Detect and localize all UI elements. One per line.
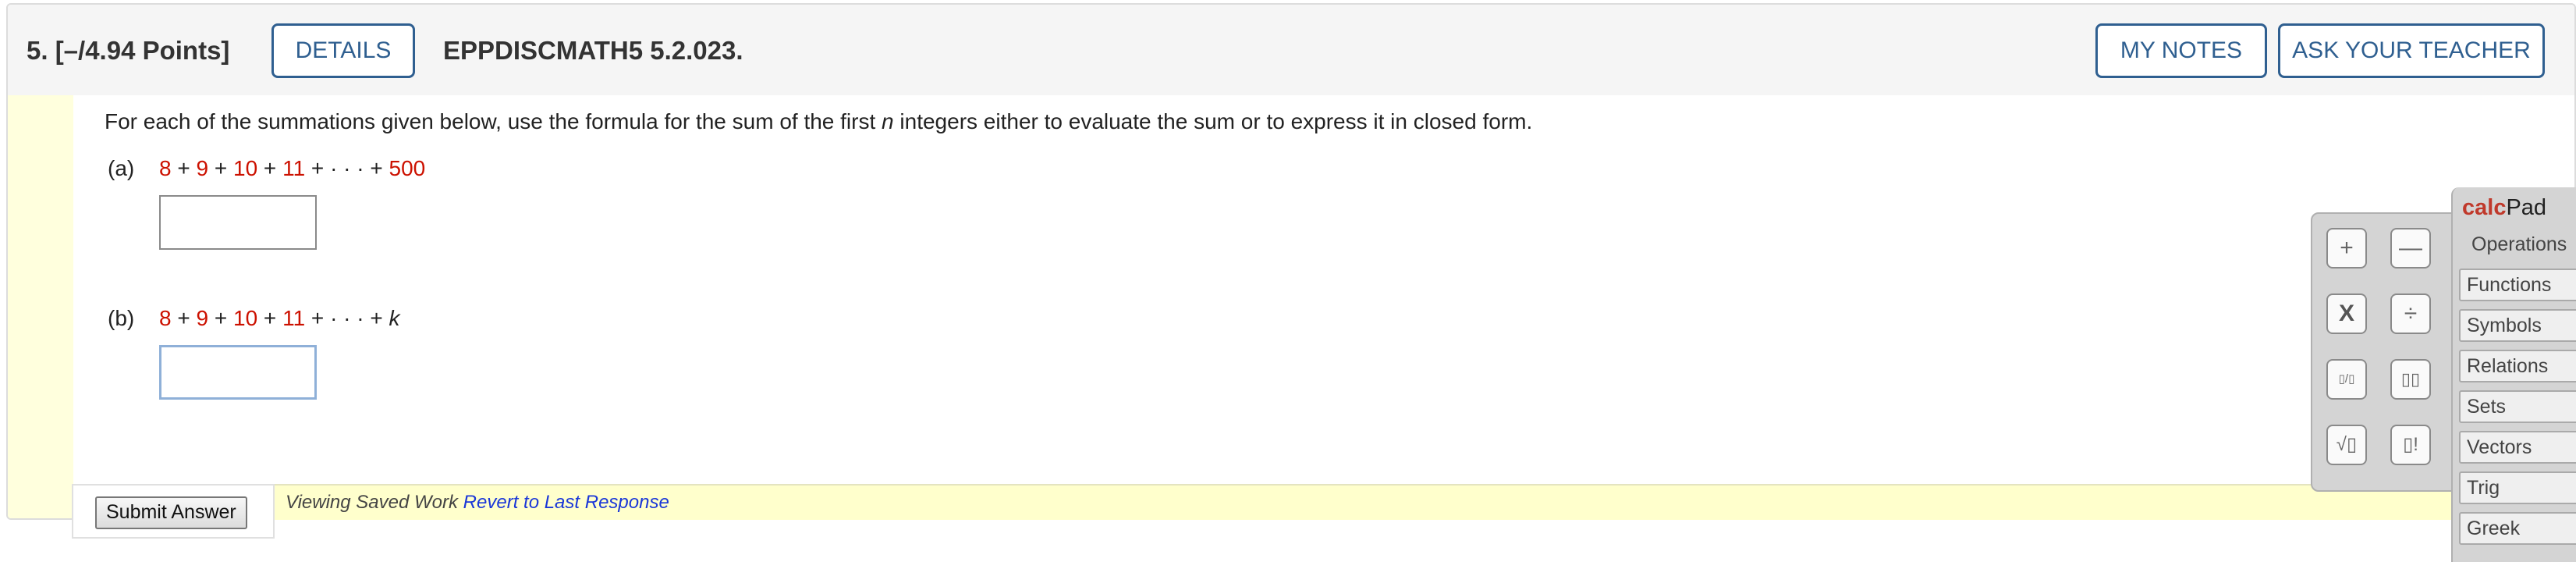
tab-sets[interactable]: Sets [2459,390,2576,423]
ask-your-teacher-button[interactable]: ASK YOUR TEACHER [2278,23,2545,78]
question-body [73,95,2574,518]
part-a-summation: 8 + 9 + 10 + 11 + · · · + 500 [159,156,425,181]
times-icon[interactable]: X [2326,293,2367,334]
revert-link[interactable]: Revert to Last Response [463,492,669,513]
term: 9 [196,156,209,180]
term: 10 [233,156,258,180]
part-b-summation: 8 + 9 + 10 + 11 + · · · + k [159,306,400,331]
calcpad-tabs-panel: calcPad Operations Functions Symbols Rel… [2451,187,2576,562]
prompt-text-start: For each of the summations given below, … [105,109,882,133]
part-b-label: (b) [108,306,135,330]
tab-trig[interactable]: Trig [2459,471,2576,504]
details-button[interactable]: DETAILS [271,23,415,78]
question-card: 5. [–/4.94 Points] DETAILS EPPDISCMATH5 … [6,3,2576,520]
term: 8 [159,306,172,330]
tab-greek[interactable]: Greek [2459,512,2576,545]
submit-answer-button[interactable]: Submit Answer [95,496,247,529]
question-prompt: For each of the summations given below, … [105,109,1532,134]
sqrt-icon[interactable]: √▯ [2326,425,2367,465]
last-term: 500 [389,156,426,180]
plus-sign: + [208,306,233,330]
question-header: 5. [–/4.94 Points] DETAILS EPPDISCMATH5 … [8,5,2574,97]
term: 9 [196,306,209,330]
tab-operations[interactable]: Operations [2465,229,2576,262]
term: 10 [233,306,258,330]
tab-vectors[interactable]: Vectors [2459,431,2576,464]
exponent-icon[interactable]: ▯▯ [2390,359,2431,400]
tab-functions[interactable]: Functions [2459,269,2576,301]
tab-relations[interactable]: Relations [2459,350,2576,382]
calcpad-operations-panel: + — X ÷ ▯/▯ ▯▯ √▯ ▯! [2311,212,2467,492]
calcpad-title-bold: calc [2462,195,2507,220]
calcpad-title-rest: Pad [2506,195,2547,220]
question-code: EPPDISCMATH5 5.2.023. [443,36,743,65]
factorial-icon[interactable]: ▯! [2390,425,2431,465]
plus-icon[interactable]: + [2326,228,2367,269]
ellipsis: + · · · + [305,156,389,180]
submit-panel: Submit Answer [72,484,275,539]
saved-work-bar: Viewing Saved Work Revert to Last Respon… [275,484,2576,520]
plus-sign: + [171,306,197,330]
calcpad-title: calcPad [2462,195,2546,221]
tab-symbols[interactable]: Symbols [2459,309,2576,342]
ellipsis: + · · · + [305,306,389,330]
term: 8 [159,156,172,180]
divide-icon[interactable]: ÷ [2390,293,2431,334]
question-number: 5. [–/4.94 Points] [27,36,230,65]
minus-icon[interactable]: — [2390,228,2431,269]
plus-sign: + [208,156,233,180]
plus-sign: + [257,156,283,180]
saved-work-text: Viewing Saved Work Revert to Last Respon… [286,492,669,514]
part-b-answer-input[interactable] [159,345,317,400]
term: 11 [282,156,306,180]
term: 11 [282,306,306,330]
prompt-variable: n [882,109,894,133]
left-highlight-bar [8,95,73,518]
plus-sign: + [171,156,197,180]
last-term: k [389,306,400,330]
part-a-label: (a) [108,156,135,180]
part-a-answer-input[interactable] [159,195,317,250]
prompt-text-end: integers either to evaluate the sum or t… [893,109,1533,133]
saved-work-label: Viewing Saved Work [286,492,463,513]
my-notes-button[interactable]: MY NOTES [2095,23,2267,78]
fraction-icon[interactable]: ▯/▯ [2326,359,2367,400]
plus-sign: + [257,306,283,330]
